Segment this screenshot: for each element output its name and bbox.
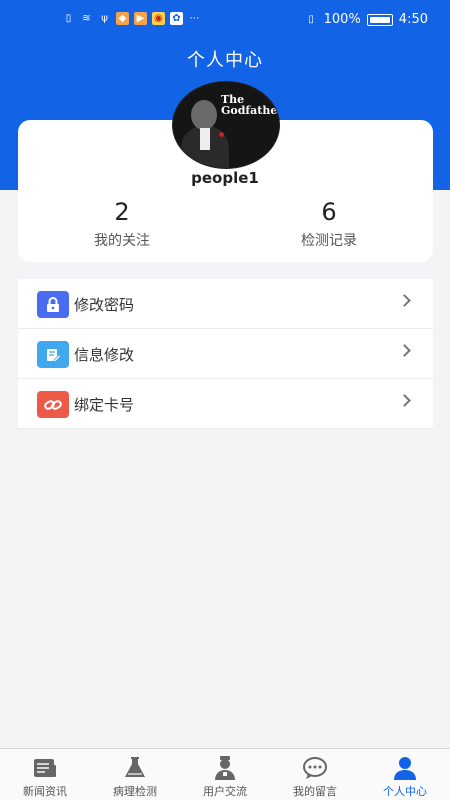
wifi-icon: ≋ <box>82 13 91 24</box>
avatar-poster-title: The Godfather <box>221 93 280 117</box>
tab-label: 用户交流 <box>203 785 247 798</box>
menu-item-edit-info[interactable]: 信息修改 <box>18 329 433 379</box>
avatar-rose <box>219 132 224 137</box>
chevron-right-icon <box>398 394 411 407</box>
status-bar: ▯ ≋ ψ ◆ ▶ ◉ ✿ ⋯ ▯ 100% 4:50 <box>0 0 450 40</box>
person-icon <box>394 757 416 780</box>
flask-icon <box>125 757 145 777</box>
stat-following-value: 2 <box>114 198 130 226</box>
status-left-icons: ▯ ≋ ψ ◆ ▶ ◉ ✿ ⋯ <box>62 12 201 25</box>
bottom-tab-bar: 新闻资讯 病理检测 用户交流 我的留言 个人中心 <box>0 748 450 800</box>
stat-records-label: 检测记录 <box>301 233 357 249</box>
chevron-right-icon <box>398 294 411 307</box>
username: people1 <box>191 169 259 187</box>
vibrate-icon: ▯ <box>308 14 314 25</box>
news-icon <box>34 759 56 777</box>
chat-bubble-icon <box>303 757 327 779</box>
avatar-head <box>191 100 217 130</box>
page-title: 个人中心 <box>187 50 263 71</box>
menu-item-change-password[interactable]: 修改密码 <box>18 279 433 329</box>
menu-item-label: 修改密码 <box>74 296 135 314</box>
link-icon <box>37 391 69 418</box>
status-right-icons: ▯ 100% 4:50 <box>305 12 428 27</box>
tab-community[interactable]: 用户交流 <box>180 749 270 800</box>
lock-icon <box>37 291 69 318</box>
battery-icon <box>366 13 393 26</box>
usb-icon: ψ <box>101 13 108 24</box>
tab-news[interactable]: 新闻资讯 <box>0 749 90 800</box>
sim-icon: ▯ <box>65 13 72 24</box>
doctor-icon <box>215 756 235 780</box>
tab-label: 我的留言 <box>293 785 337 798</box>
clock: 4:50 <box>398 12 428 27</box>
tab-label: 个人中心 <box>383 785 427 798</box>
stat-following[interactable]: 2 我的关注 <box>52 198 192 250</box>
app-notification-icon: ◆ <box>116 12 129 25</box>
video-app-icon: ▶ <box>134 12 147 25</box>
tab-label: 病理检测 <box>113 785 157 798</box>
settings-menu: 修改密码 信息修改 绑定卡号 <box>18 279 433 429</box>
stat-following-label: 我的关注 <box>94 233 150 249</box>
menu-item-label: 信息修改 <box>74 346 135 364</box>
avatar[interactable]: The Godfather <box>172 81 280 169</box>
stat-records[interactable]: 6 检测记录 <box>259 198 399 250</box>
menu-item-bind-card[interactable]: 绑定卡号 <box>18 379 433 429</box>
tab-pathology[interactable]: 病理检测 <box>90 749 180 800</box>
baidu-icon: ✿ <box>170 12 183 25</box>
avatar-shirt <box>200 128 210 150</box>
chevron-right-icon <box>398 344 411 357</box>
menu-item-label: 绑定卡号 <box>74 396 135 414</box>
stat-records-value: 6 <box>321 198 337 226</box>
tab-messages[interactable]: 我的留言 <box>270 749 360 800</box>
tab-label: 新闻资讯 <box>23 785 67 798</box>
edit-note-icon <box>37 341 69 368</box>
battery-percent: 100% <box>323 12 361 27</box>
weibo-icon: ◉ <box>152 12 165 25</box>
more-icon: ⋯ <box>189 13 200 24</box>
tab-profile[interactable]: 个人中心 <box>360 749 450 800</box>
